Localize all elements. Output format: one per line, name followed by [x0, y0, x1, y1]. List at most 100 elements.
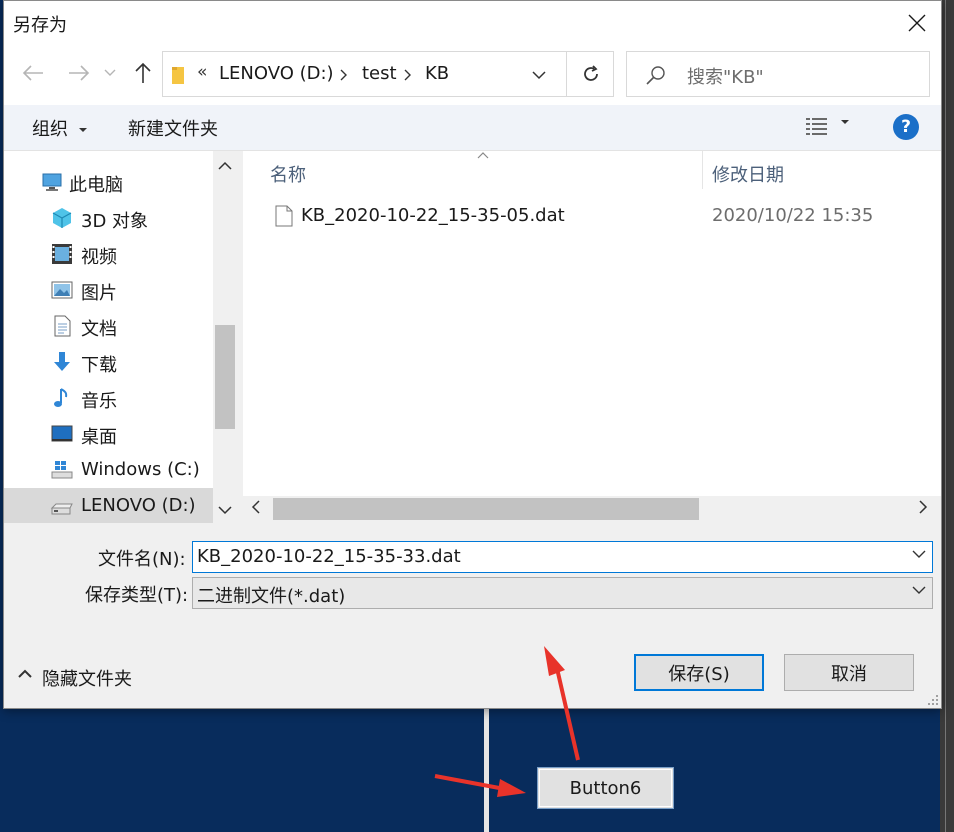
- column-divider[interactable]: [702, 151, 703, 189]
- title-bar: 另存为: [4, 1, 941, 45]
- folder-icon: [172, 67, 184, 84]
- chevron-down-icon: [912, 550, 926, 558]
- caret-down-icon: [78, 128, 87, 132]
- forward-button[interactable]: [66, 60, 92, 86]
- recent-locations-button[interactable]: [102, 60, 118, 86]
- breadcrumb-item[interactable]: KB: [425, 63, 449, 84]
- chevron-up-icon: [18, 669, 32, 678]
- refresh-button[interactable]: [566, 52, 614, 96]
- organize-label: 组织: [32, 119, 68, 140]
- nav-item-lenovo-d[interactable]: LENOVO (D:): [4, 488, 213, 523]
- chevron-down-icon: [912, 586, 926, 594]
- filetype-value: 二进制文件(*.dat): [197, 586, 346, 607]
- windows-drive-icon: [51, 461, 73, 479]
- nav-item-label: 音乐: [81, 391, 117, 412]
- file-name: KB_2020-10-22_15-35-05.dat: [301, 205, 565, 226]
- chevron-right-icon: [340, 69, 347, 81]
- nav-item-windows-c[interactable]: Windows (C:): [4, 452, 213, 488]
- new-folder-button[interactable]: 新建文件夹: [128, 115, 218, 141]
- details-view-icon[interactable]: [805, 117, 829, 137]
- nav-item-label: 图片: [81, 283, 117, 304]
- search-placeholder: 搜索"KB": [687, 67, 764, 88]
- nav-item-3d-objects[interactable]: 3D 对象: [4, 200, 213, 236]
- chevron-up-icon: [218, 161, 232, 170]
- file-list: 名称 修改日期 KB_2020-10-22_15-35-05.dat 2020/…: [243, 151, 941, 523]
- video-icon: [52, 244, 72, 264]
- dialog-title: 另存为: [13, 15, 67, 36]
- documents-icon: [54, 315, 71, 337]
- arrow-left-icon: [22, 65, 43, 81]
- chevron-right-icon: [404, 69, 411, 81]
- resize-grip-icon[interactable]: [927, 694, 939, 706]
- search-input[interactable]: 搜索"KB": [626, 51, 930, 97]
- nav-item-label: 视频: [81, 247, 117, 268]
- search-icon: [646, 66, 665, 85]
- close-button[interactable]: [897, 5, 937, 41]
- arrow-up-icon: [135, 62, 151, 83]
- organize-menu-button[interactable]: 组织: [32, 115, 88, 141]
- refresh-icon: [583, 65, 598, 81]
- navigation-bar: « LENOVO (D:) test KB 搜索"KB": [4, 45, 941, 105]
- arrow-right-icon: [69, 65, 90, 81]
- chevron-down-icon: [218, 506, 232, 515]
- nav-item-label: 3D 对象: [81, 211, 149, 232]
- filename-value: KB_2020-10-22_15-35-33.dat: [197, 546, 461, 567]
- breadcrumb-item[interactable]: LENOVO (D:): [219, 63, 334, 84]
- nav-item-videos[interactable]: 视频: [4, 236, 213, 272]
- music-icon: [54, 388, 68, 407]
- column-header-name[interactable]: 名称: [270, 161, 306, 187]
- nav-item-documents[interactable]: 文档: [4, 308, 213, 344]
- drive-icon: [50, 503, 73, 515]
- filename-field[interactable]: KB_2020-10-22_15-35-33.dat: [192, 541, 933, 573]
- chevron-left-icon: [251, 500, 260, 514]
- nav-item-label: LENOVO (D:): [81, 495, 196, 516]
- button6[interactable]: Button6: [537, 767, 674, 809]
- cancel-button[interactable]: 取消: [784, 654, 914, 691]
- nav-item-music[interactable]: 音乐: [4, 380, 213, 416]
- save-button[interactable]: 保存(S): [634, 654, 764, 691]
- background-divider: [484, 708, 489, 832]
- desktop-icon: [51, 425, 73, 442]
- file-icon: [275, 205, 293, 227]
- help-icon[interactable]: ?: [893, 114, 919, 140]
- nav-item-label: Windows (C:): [81, 459, 200, 480]
- nav-item-downloads[interactable]: 下载: [4, 344, 213, 380]
- filetype-select[interactable]: 二进制文件(*.dat): [192, 577, 933, 609]
- chevron-right-icon: [919, 500, 928, 514]
- nav-scroll-thumb[interactable]: [215, 325, 235, 429]
- filename-label: 文件名(N):: [98, 549, 186, 570]
- horizontal-scroll-thumb[interactable]: [273, 498, 699, 520]
- chevron-down-icon: [532, 70, 546, 79]
- filetype-label: 保存类型(T):: [85, 585, 189, 606]
- close-icon: [908, 14, 926, 32]
- download-icon: [54, 352, 70, 371]
- nav-item-pictures[interactable]: 图片: [4, 272, 213, 308]
- nav-scrollbar[interactable]: [213, 151, 237, 523]
- column-header-modified[interactable]: 修改日期: [712, 161, 784, 187]
- nav-item-label: 桌面: [81, 427, 117, 448]
- background-scrollbar: [940, 0, 954, 832]
- address-bar[interactable]: « LENOVO (D:) test KB: [162, 51, 614, 97]
- back-button[interactable]: [20, 60, 46, 86]
- nav-item-label: 文档: [81, 319, 117, 340]
- hide-folders-label: 隐藏文件夹: [42, 669, 132, 690]
- breadcrumb-overflow[interactable]: «: [197, 62, 207, 82]
- file-row[interactable]: KB_2020-10-22_15-35-05.dat 2020/10/22 15…: [243, 199, 941, 235]
- save-as-dialog: 另存为 « LENOVO (D:) test KB 搜索"KB" 组织 新建文件…: [3, 0, 942, 709]
- up-button[interactable]: [130, 60, 156, 86]
- cube-3d-icon: [52, 208, 72, 228]
- caret-down-icon[interactable]: [840, 119, 850, 125]
- horizontal-scrollbar[interactable]: [243, 496, 941, 523]
- sort-ascending-icon: [477, 152, 489, 159]
- computer-icon: [42, 173, 62, 191]
- chevron-down-icon: [104, 69, 116, 76]
- address-dropdown-button[interactable]: [525, 62, 553, 88]
- pictures-icon: [51, 281, 73, 299]
- navigation-pane: 此电脑 3D 对象 视频 图片 文档 下载 音乐 桌面 Windows (C:)…: [4, 151, 237, 523]
- command-bar: 组织 新建文件夹 ?: [4, 105, 941, 151]
- breadcrumb-item[interactable]: test: [362, 63, 397, 84]
- nav-item-label: 下载: [81, 355, 117, 376]
- nav-item-label: 此电脑: [69, 175, 123, 196]
- nav-item-desktop[interactable]: 桌面: [4, 416, 213, 452]
- nav-item-this-pc[interactable]: 此电脑: [4, 164, 213, 200]
